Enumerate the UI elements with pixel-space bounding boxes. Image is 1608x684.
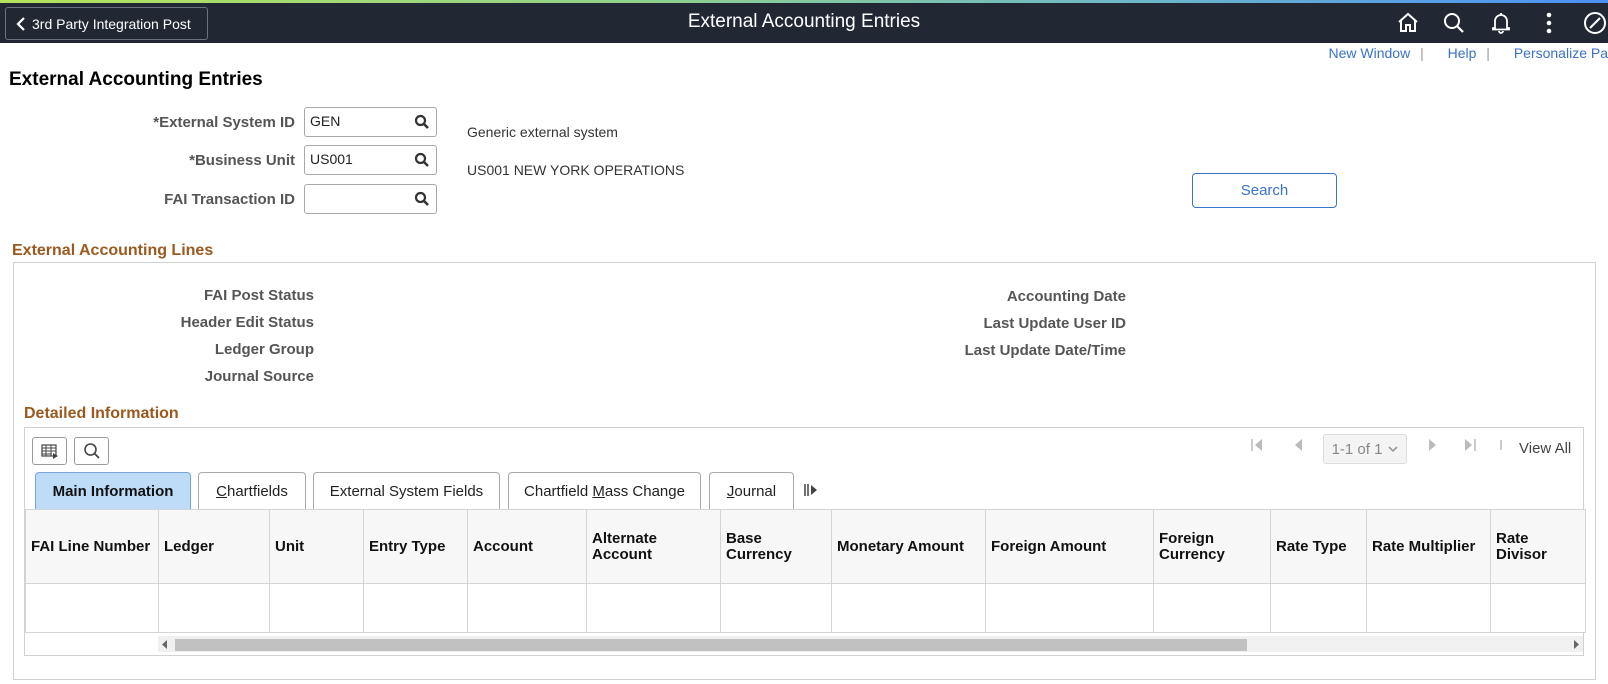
lookup-icon[interactable] bbox=[414, 152, 430, 173]
table-cell bbox=[363, 583, 468, 633]
table-cell bbox=[25, 583, 159, 633]
back-button[interactable]: 3rd Party Integration Post bbox=[5, 7, 208, 40]
horizontal-scrollbar[interactable] bbox=[158, 636, 1583, 652]
external-system-id-field[interactable] bbox=[304, 107, 437, 137]
first-page-icon[interactable] bbox=[1250, 437, 1264, 456]
navbar-compass-icon[interactable] bbox=[1582, 10, 1608, 36]
page-links: New Window | Help | Personalize Pa bbox=[1328, 45, 1608, 61]
find-in-grid-button[interactable] bbox=[74, 437, 109, 465]
table-cell bbox=[467, 583, 587, 633]
tab-label: Journal bbox=[726, 482, 777, 500]
business-unit-description: US001 NEW YORK OPERATIONS bbox=[467, 162, 685, 178]
next-page-icon[interactable] bbox=[1427, 437, 1439, 456]
column-header-base-currency[interactable]: Base Currency bbox=[720, 509, 832, 584]
column-header-entry-type[interactable]: Entry Type bbox=[363, 509, 468, 584]
personalize-grid-button[interactable] bbox=[32, 437, 67, 465]
view-all-link[interactable]: View All bbox=[1519, 440, 1571, 457]
external-accounting-lines-title: External Accounting Lines bbox=[12, 242, 214, 259]
last-page-icon[interactable] bbox=[1463, 437, 1477, 456]
search-icon bbox=[83, 443, 100, 459]
column-header-alternate-account[interactable]: Alternate Account bbox=[586, 509, 721, 584]
last-update-user-id-label: Last Update User ID bbox=[983, 315, 1126, 332]
tab-label: Chartfields bbox=[216, 482, 288, 500]
tab-main-information[interactable]: Main Information bbox=[35, 472, 191, 509]
page-range-value: 1-1 of 1 bbox=[1331, 440, 1383, 458]
fai-post-status-label: FAI Post Status bbox=[203, 287, 314, 304]
tab-external-system-fields[interactable]: External System Fields bbox=[313, 472, 500, 509]
tab-label: External System Fields bbox=[329, 482, 484, 500]
search-icon[interactable] bbox=[1441, 10, 1467, 36]
fai-transaction-id-input[interactable] bbox=[305, 185, 405, 211]
column-header-rate-divisor[interactable]: Rate Divisor bbox=[1490, 509, 1586, 584]
grid-settings-icon bbox=[40, 444, 58, 459]
tab-chartfields[interactable]: Chartfields bbox=[198, 472, 306, 509]
header-edit-status-label: Header Edit Status bbox=[180, 314, 314, 331]
ledger-group-label: Ledger Group bbox=[214, 341, 314, 358]
previous-page-icon[interactable] bbox=[1292, 437, 1304, 456]
column-header-foreign-amount[interactable]: Foreign Amount bbox=[985, 509, 1154, 584]
tab-label: Chartfield Mass Change bbox=[524, 482, 685, 500]
notification-bell-icon[interactable] bbox=[1488, 10, 1514, 36]
help-link[interactable]: Help bbox=[1448, 45, 1477, 61]
search-button[interactable]: Search bbox=[1192, 173, 1337, 208]
column-header-rate-multiplier[interactable]: Rate Multiplier bbox=[1366, 509, 1491, 584]
column-header-account[interactable]: Account bbox=[467, 509, 587, 584]
actions-menu-icon[interactable] bbox=[1536, 10, 1562, 36]
table-cell bbox=[158, 583, 270, 633]
lookup-icon[interactable] bbox=[414, 191, 430, 212]
back-button-label: 3rd Party Integration Post bbox=[32, 15, 191, 32]
scroll-left-icon[interactable] bbox=[162, 640, 168, 649]
table-row bbox=[25, 583, 1586, 633]
link-separator: | bbox=[1420, 45, 1424, 61]
external-system-id-input[interactable] bbox=[305, 108, 405, 134]
top-nav-bar: 3rd Party Integration Post External Acco… bbox=[0, 0, 1608, 43]
table-cell bbox=[985, 583, 1154, 633]
personalize-page-link[interactable]: Personalize Pa bbox=[1514, 45, 1608, 61]
show-all-columns-icon[interactable] bbox=[803, 483, 819, 500]
table-cell bbox=[831, 583, 986, 633]
column-header-rate-type[interactable]: Rate Type bbox=[1270, 509, 1367, 584]
tab-label: Main Information bbox=[52, 482, 174, 500]
grid-header-row: FAI Line Number Ledger Unit Entry Type A… bbox=[25, 509, 1586, 584]
lookup-icon[interactable] bbox=[414, 114, 430, 135]
scrollbar-thumb[interactable] bbox=[175, 639, 1247, 651]
fai-transaction-id-field[interactable] bbox=[304, 184, 437, 214]
last-update-datetime-label: Last Update Date/Time bbox=[964, 342, 1126, 359]
table-cell bbox=[1270, 583, 1367, 633]
external-system-description: Generic external system bbox=[467, 124, 618, 140]
table-cell bbox=[1153, 583, 1271, 633]
page-title: External Accounting Entries bbox=[9, 69, 263, 90]
tab-journal[interactable]: Journal bbox=[709, 472, 794, 509]
journal-source-label: Journal Source bbox=[204, 368, 314, 385]
column-header-monetary-amount[interactable]: Monetary Amount bbox=[831, 509, 986, 584]
pager-divider bbox=[1499, 438, 1503, 455]
table-cell bbox=[586, 583, 721, 633]
business-unit-input[interactable] bbox=[305, 146, 405, 172]
tab-chartfield-mass-change[interactable]: Chartfield Mass Change bbox=[508, 472, 701, 509]
column-header-ledger[interactable]: Ledger bbox=[158, 509, 270, 584]
column-header-fai-line-number[interactable]: FAI Line Number bbox=[25, 509, 159, 584]
page-range-select[interactable]: 1-1 of 1 bbox=[1323, 434, 1407, 464]
table-cell bbox=[1366, 583, 1491, 633]
business-unit-label: *Business Unit bbox=[189, 152, 295, 169]
column-header-unit[interactable]: Unit bbox=[269, 509, 364, 584]
table-cell bbox=[720, 583, 832, 633]
table-cell bbox=[269, 583, 364, 633]
brand-gradient-strip bbox=[0, 0, 1608, 3]
accounting-date-label: Accounting Date bbox=[1006, 288, 1126, 305]
table-cell bbox=[1490, 583, 1586, 633]
detail-grid-table: FAI Line Number Ledger Unit Entry Type A… bbox=[25, 509, 1586, 633]
fai-transaction-id-label: FAI Transaction ID bbox=[164, 191, 295, 208]
link-separator: | bbox=[1486, 45, 1490, 61]
app-title: External Accounting Entries bbox=[687, 11, 921, 32]
chevron-down-icon bbox=[1388, 446, 1399, 453]
column-header-foreign-currency[interactable]: Foreign Currency bbox=[1153, 509, 1271, 584]
detailed-information-title: Detailed Information bbox=[24, 405, 179, 422]
new-window-link[interactable]: New Window bbox=[1328, 45, 1410, 61]
external-system-id-label: *External System ID bbox=[153, 114, 295, 131]
scroll-right-icon[interactable] bbox=[1573, 640, 1579, 649]
chevron-left-icon bbox=[16, 16, 25, 31]
home-icon[interactable] bbox=[1395, 10, 1421, 36]
business-unit-field[interactable] bbox=[304, 145, 437, 175]
